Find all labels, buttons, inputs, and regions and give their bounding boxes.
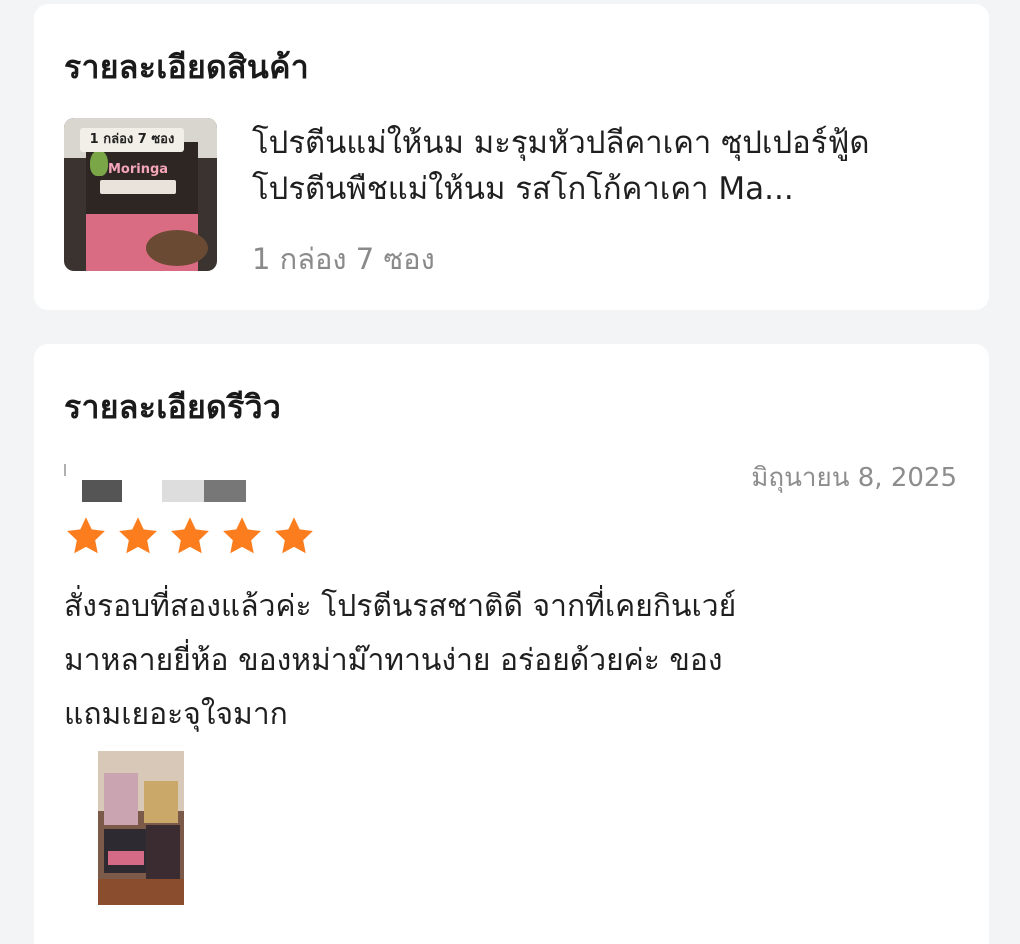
- star-icon: [116, 514, 160, 558]
- thumbnail-label: 1 กล่อง 7 ซอง: [80, 128, 184, 152]
- product-variant: 1 กล่อง 7 ซอง: [252, 242, 435, 276]
- star-icon: [272, 514, 316, 558]
- product-thumbnail[interactable]: 1 กล่อง 7 ซอง Moringa: [64, 118, 217, 271]
- star-icon: [168, 514, 212, 558]
- product-details-title: รายละเอียดสินค้า: [64, 48, 310, 86]
- star-icon: [64, 514, 108, 558]
- review-photo[interactable]: [98, 751, 184, 905]
- review-details-title: รายละเอียดรีวิว: [64, 388, 282, 426]
- product-name[interactable]: โปรตีนแม่ให้นม มะรุมหัวปลีคาเคา ซุปเปอร์…: [252, 120, 964, 212]
- review-details-card: รายละเอียดรีวิว มิถุนายน 8, 2025 สั่งรอบ…: [34, 344, 989, 944]
- review-date: มิถุนายน 8, 2025: [751, 463, 957, 493]
- product-details-card: รายละเอียดสินค้า 1 กล่อง 7 ซอง Moringa โ…: [34, 4, 989, 310]
- thumbnail-brand: Moringa: [107, 162, 169, 177]
- reviewer-avatar: [64, 464, 66, 476]
- star-icon: [220, 514, 264, 558]
- reviewer-name-redacted: [82, 480, 248, 502]
- review-text: สั่งรอบที่สองแล้วค่ะ โปรตีนรสชาติดี จากท…: [64, 589, 737, 732]
- star-rating: [64, 514, 316, 558]
